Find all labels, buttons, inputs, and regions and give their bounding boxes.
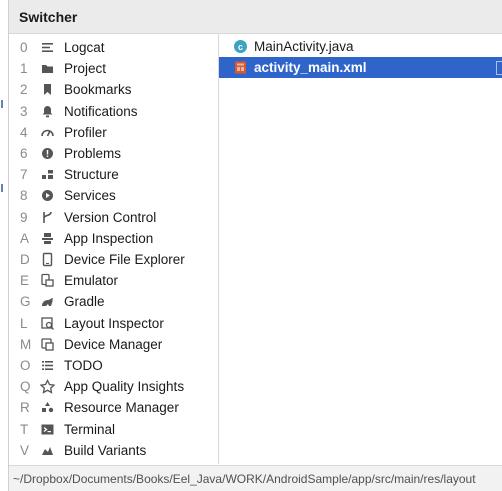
shortcut-key: D [20, 252, 30, 267]
tool-window-item-services[interactable]: 8 Services [9, 185, 218, 206]
build-variants-icon [40, 443, 55, 458]
profiler-gauge-icon [40, 125, 55, 140]
shortcut-key: A [20, 230, 30, 246]
resource-manager-icon [40, 400, 55, 415]
shortcut-key: 1 [20, 61, 28, 77]
tool-window-item-logcat[interactable]: 0 Logcat [9, 37, 218, 58]
tool-windows-list: 0 Logcat 1 Project 2 Bookmarks 3 Notifications 4… [9, 34, 219, 464]
layout-xml-icon [233, 60, 248, 75]
recent-file-item[interactable]: c MainActivity.java [219, 36, 502, 57]
tool-window-label: Resource Manager [64, 400, 179, 416]
tool-window-label: Emulator [64, 273, 119, 289]
device-manager-icon [40, 337, 55, 352]
tool-window-item-device-file-explorer[interactable]: D Device File Explorer [9, 249, 218, 270]
shortcut-key: 7 [20, 167, 28, 183]
shortcut-key: V [20, 442, 30, 458]
tool-window-item-project[interactable]: 1 Project [9, 58, 218, 79]
shortcut-key: M [20, 336, 32, 352]
tool-window-label: Notifications [64, 103, 138, 119]
tool-window-item-version-control[interactable]: 9 Version Control [9, 207, 218, 228]
shortcut-key: T [20, 421, 29, 437]
shortcut-key: 3 [20, 103, 28, 119]
layout-inspector-icon [40, 316, 55, 331]
emulator-icon [40, 273, 55, 288]
tool-window-label: Layout Inspector [64, 315, 164, 331]
tool-window-item-structure[interactable]: 7 Structure [9, 164, 218, 185]
version-control-icon [40, 210, 55, 225]
tool-window-item-app-inspection[interactable]: A App Inspection [9, 228, 218, 249]
svg-text:c: c [238, 42, 243, 52]
shortcut-key: 9 [20, 209, 28, 225]
shortcut-key: 6 [20, 146, 28, 161]
popup-title: Switcher [9, 0, 502, 34]
app-quality-icon [39, 379, 56, 394]
tool-window-label: App Quality Insights [64, 379, 185, 395]
tool-window-item-resource-manager[interactable]: R Resource Manager [9, 397, 218, 418]
gradle-icon [40, 294, 55, 309]
tool-window-label: Build Variants [64, 442, 147, 458]
shortcut-key: 8 [20, 188, 28, 204]
tool-window-item-gradle[interactable]: G Gradle [9, 291, 218, 312]
tool-window-label: Services [64, 188, 116, 204]
tool-window-item-problems[interactable]: 6 Problems [9, 143, 218, 164]
logcat-icon [40, 40, 55, 55]
terminal-icon [40, 422, 55, 437]
edge-marker [1, 100, 3, 108]
file-name: activity_main.xml [254, 60, 367, 75]
tool-window-label: Profiler [64, 124, 107, 140]
shortcut-key: E [20, 273, 30, 289]
tool-window-item-terminal[interactable]: T Terminal [9, 419, 218, 440]
tool-window-item-app-quality-insights[interactable]: Q App Quality Insights [9, 376, 218, 397]
tool-window-item-notifications[interactable]: 3 Notifications [9, 101, 218, 122]
shortcut-key: G [20, 294, 31, 310]
tool-window-item-bookmarks[interactable]: 2 Bookmarks [9, 79, 218, 100]
shortcut-key: R [20, 400, 30, 416]
problems-icon [40, 146, 55, 161]
tool-window-item-device-manager[interactable]: M Device Manager [9, 334, 218, 355]
app-inspection-icon [40, 231, 55, 246]
tool-window-label: App Inspection [64, 230, 154, 246]
recent-files-list: c MainActivity.java activity_main.xml [219, 34, 502, 464]
tool-window-label: Problems [64, 146, 122, 161]
tool-window-item-todo[interactable]: O TODO [9, 355, 218, 376]
edge-marker [1, 184, 3, 192]
selection-edge-marker [496, 61, 502, 75]
tool-window-label: Device Manager [64, 336, 163, 352]
todo-list-icon [40, 358, 55, 373]
shortcut-key: O [20, 358, 31, 373]
switcher-popup: Switcher 0 Logcat 1 Project 2 Bookmarks 3 Notif… [8, 0, 502, 491]
shortcut-key: Q [20, 379, 31, 395]
bookmark-icon [40, 82, 55, 97]
tool-window-label: Version Control [64, 209, 157, 225]
tool-window-item-layout-inspector[interactable]: L Layout Inspector [9, 313, 218, 334]
tool-window-label: Project [64, 61, 107, 77]
bell-icon [40, 104, 55, 119]
java-class-icon: c [233, 39, 248, 54]
recent-file-item[interactable]: activity_main.xml [219, 57, 502, 78]
file-path-bar: ~/Dropbox/Documents/Books/Eel_Java/WORK/… [9, 465, 502, 491]
folder-icon [40, 61, 55, 76]
tool-window-label: Terminal [64, 421, 116, 437]
tool-window-label: Structure [64, 167, 119, 183]
shortcut-key: 2 [20, 82, 28, 98]
file-name: MainActivity.java [254, 39, 354, 54]
shortcut-key: L [20, 315, 28, 331]
tool-window-label: Gradle [64, 294, 105, 310]
device-icon [40, 252, 55, 267]
services-icon [40, 188, 55, 203]
left-edge-background [0, 0, 8, 491]
tool-window-item-build-variants[interactable]: V Build Variants [9, 440, 218, 461]
shortcut-key: 4 [20, 124, 28, 140]
tool-window-item-emulator[interactable]: E Emulator [9, 270, 218, 291]
tool-window-label: Bookmarks [64, 82, 132, 98]
tool-window-label: TODO [64, 358, 103, 373]
tool-window-item-profiler[interactable]: 4 Profiler [9, 122, 218, 143]
tool-window-label: Logcat [64, 40, 105, 55]
shortcut-key: 0 [20, 40, 28, 55]
tool-window-label: Device File Explorer [64, 252, 185, 267]
structure-icon [40, 167, 55, 182]
